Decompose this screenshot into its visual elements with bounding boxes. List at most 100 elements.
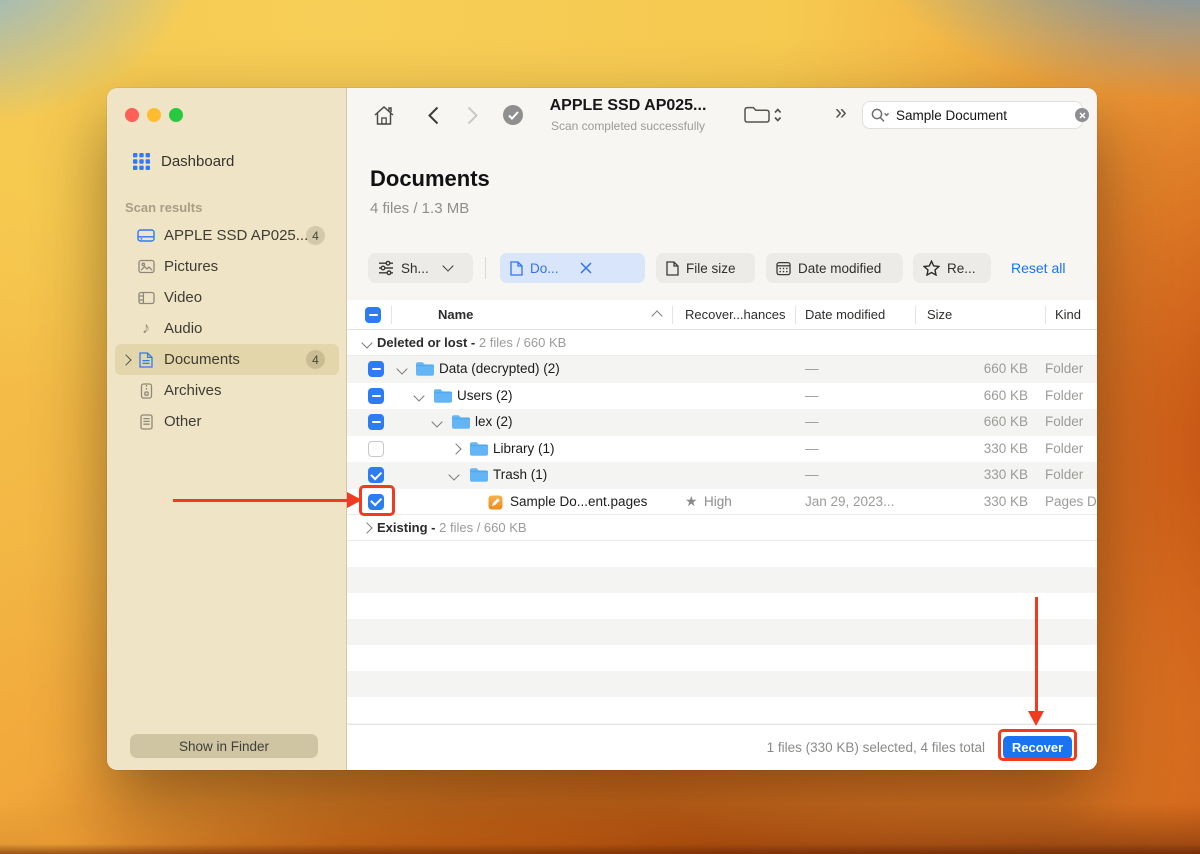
row-checkbox[interactable] (368, 414, 384, 430)
show-in-finder-button[interactable]: Show in Finder (130, 734, 318, 758)
chevron-down-icon[interactable] (448, 469, 459, 480)
zoom-window-button[interactable] (169, 108, 183, 122)
chevron-down-icon[interactable] (413, 390, 424, 401)
table-row[interactable]: Data (decrypted) (2) — 660 KB Folder (347, 356, 1097, 383)
other-icon (140, 414, 153, 430)
chevron-right-icon[interactable] (120, 354, 131, 365)
file-size-filter-chip[interactable]: File size (656, 253, 755, 283)
table-row[interactable]: Library (1) — 330 KB Folder (347, 436, 1097, 463)
row-kind: Folder (1045, 441, 1083, 456)
row-date: — (805, 361, 819, 376)
pages-file-icon (488, 495, 503, 510)
chevron-right-icon (467, 106, 478, 125)
sidebar-item-label: Archives (164, 382, 222, 399)
location-selector-button[interactable] (743, 104, 783, 126)
clear-search-icon[interactable] (1075, 108, 1089, 122)
column-header-date[interactable]: Date modified (805, 307, 885, 322)
sidebar-item-dashboard[interactable]: Dashboard (115, 146, 339, 176)
table-row[interactable]: Users (2) — 660 KB Folder (347, 383, 1097, 410)
app-window: Dashboard Scan results APPLE SSD AP025..… (107, 88, 1097, 770)
group-meta: 2 files / 660 KB (439, 520, 526, 535)
group-row-existing[interactable]: Existing - 2 files / 660 KB (347, 515, 1097, 541)
calendar-icon (776, 261, 791, 276)
search-icon (871, 108, 890, 123)
file-icon (666, 261, 679, 276)
date-modified-filter-chip[interactable]: Date modified (766, 253, 903, 283)
folder-icon (415, 361, 434, 377)
group-meta: 2 files / 660 KB (479, 335, 566, 350)
row-date: Jan 29, 2023... (805, 494, 894, 509)
chevron-down-icon[interactable] (431, 416, 442, 427)
sidebar-item-label: Other (164, 413, 202, 430)
row-name: Library (1) (493, 441, 555, 456)
documents-filter-chip[interactable]: Do... (500, 253, 645, 283)
chevron-down-icon[interactable] (361, 337, 372, 348)
recovery-filter-chip[interactable]: Re... (913, 253, 991, 283)
reset-all-button[interactable]: Reset all (1011, 253, 1065, 283)
selection-status: 1 files (330 KB) selected, 4 files total (767, 740, 985, 755)
chip-label: Date modified (798, 261, 881, 276)
grid-icon (133, 153, 150, 170)
sidebar-item-audio[interactable]: ♪ Audio (115, 313, 339, 344)
sort-ascending-icon[interactable] (651, 310, 662, 321)
table-header: Name Recover...hances Date modified Size… (347, 300, 1097, 330)
column-header-name[interactable]: Name (438, 307, 473, 322)
double-chevron-icon[interactable]: » (835, 101, 847, 125)
row-size: 330 KB (984, 494, 1028, 509)
desktop-wallpaper: Dashboard Scan results APPLE SSD AP025..… (0, 0, 1200, 854)
folder-icon (469, 467, 488, 483)
row-checkbox[interactable] (368, 441, 384, 457)
sidebar-item-label: Video (164, 289, 202, 306)
folder-icon (451, 414, 470, 430)
sidebar: Dashboard Scan results APPLE SSD AP025..… (107, 88, 347, 770)
column-header-recovery[interactable]: Recover...hances (685, 307, 785, 322)
folder-selector-icon (744, 105, 782, 125)
sidebar-item-archives[interactable]: Archives (115, 375, 339, 406)
toolbar-subtitle: Scan completed successfully (513, 119, 743, 133)
home-icon (373, 105, 395, 126)
row-name: Trash (1) (493, 467, 547, 482)
row-checkbox[interactable] (368, 467, 384, 483)
row-name: Sample Do...ent.pages (510, 494, 647, 509)
table-row-selected-file[interactable]: Sample Do...ent.pages ★ High Jan 29, 202… (347, 489, 1097, 516)
row-size: 330 KB (984, 441, 1028, 456)
sidebar-item-documents[interactable]: Documents 4 (115, 344, 339, 375)
row-checkbox[interactable] (368, 361, 384, 377)
document-icon (510, 261, 523, 276)
group-row-deleted[interactable]: Deleted or lost - 2 files / 660 KB (347, 330, 1097, 356)
count-badge: 4 (306, 226, 325, 245)
minimize-window-button[interactable] (147, 108, 161, 122)
forward-button[interactable] (462, 104, 482, 126)
column-header-size[interactable]: Size (927, 307, 952, 322)
row-kind: Folder (1045, 388, 1083, 403)
back-button[interactable] (423, 104, 443, 126)
home-button[interactable] (372, 103, 396, 127)
close-icon[interactable] (580, 262, 592, 274)
sidebar-item-video[interactable]: Video (115, 282, 339, 313)
chevron-right-icon[interactable] (450, 443, 461, 454)
star-icon (923, 260, 940, 276)
search-input[interactable] (894, 107, 1075, 124)
table-row[interactable]: lex (2) — 660 KB Folder (347, 409, 1097, 436)
row-checkbox[interactable] (368, 494, 384, 510)
show-filter-chip[interactable]: Sh... (368, 253, 473, 283)
sidebar-item-pictures[interactable]: Pictures (115, 251, 339, 282)
select-all-checkbox[interactable] (365, 307, 381, 323)
table-row[interactable]: Trash (1) — 330 KB Folder (347, 462, 1097, 489)
column-header-kind[interactable]: Kind (1055, 307, 1081, 322)
row-date: — (805, 467, 819, 482)
sidebar-item-other[interactable]: Other (115, 406, 339, 437)
recover-button[interactable]: Recover (1003, 736, 1072, 759)
row-checkbox[interactable] (368, 388, 384, 404)
video-icon (138, 291, 155, 305)
sidebar-item-apple-ssd[interactable]: APPLE SSD AP025... 4 (115, 220, 339, 251)
chip-label: Sh... (401, 261, 429, 276)
pictures-icon (138, 259, 155, 274)
chevron-down-icon[interactable] (396, 363, 407, 374)
page-title: Documents (370, 166, 490, 192)
chevron-right-icon[interactable] (361, 522, 372, 533)
sidebar-nav: APPLE SSD AP025... 4 Pictures Video (115, 220, 339, 437)
close-window-button[interactable] (125, 108, 139, 122)
sidebar-item-label: Dashboard (161, 153, 234, 170)
main-panel: APPLE SSD AP025... Scan completed succes… (347, 88, 1097, 770)
